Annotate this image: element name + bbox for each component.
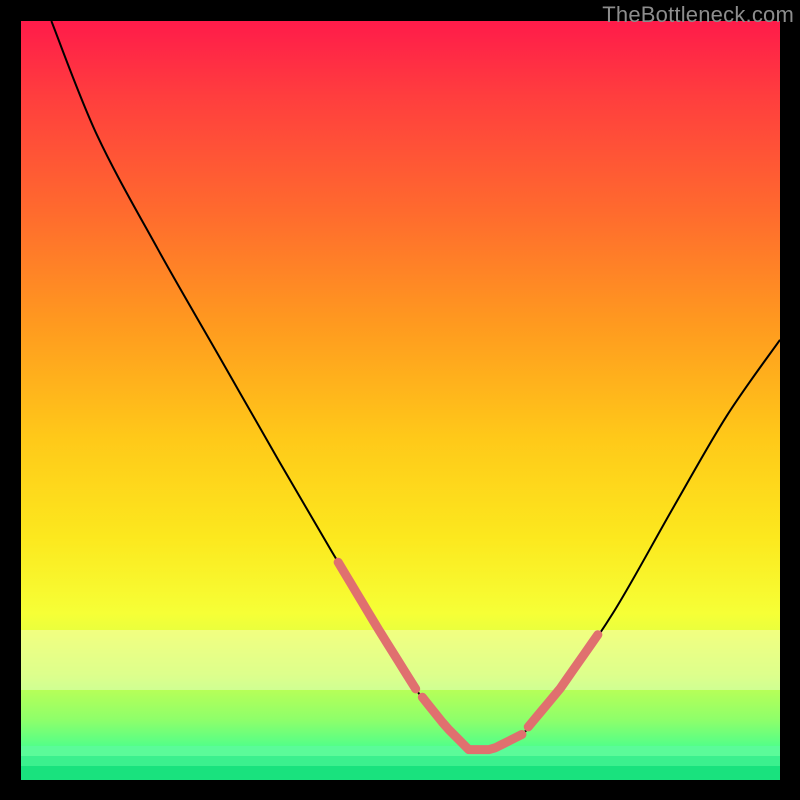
highlight-dashes bbox=[338, 562, 598, 749]
bottleneck-curve bbox=[51, 21, 780, 752]
highlight-dash-segment bbox=[338, 562, 416, 689]
chart-plot-area bbox=[21, 21, 780, 780]
watermark-text: TheBottleneck.com bbox=[602, 2, 794, 28]
highlight-dash-segment bbox=[422, 697, 522, 749]
curve-svg bbox=[21, 21, 780, 780]
highlight-dash-segment bbox=[528, 635, 598, 727]
